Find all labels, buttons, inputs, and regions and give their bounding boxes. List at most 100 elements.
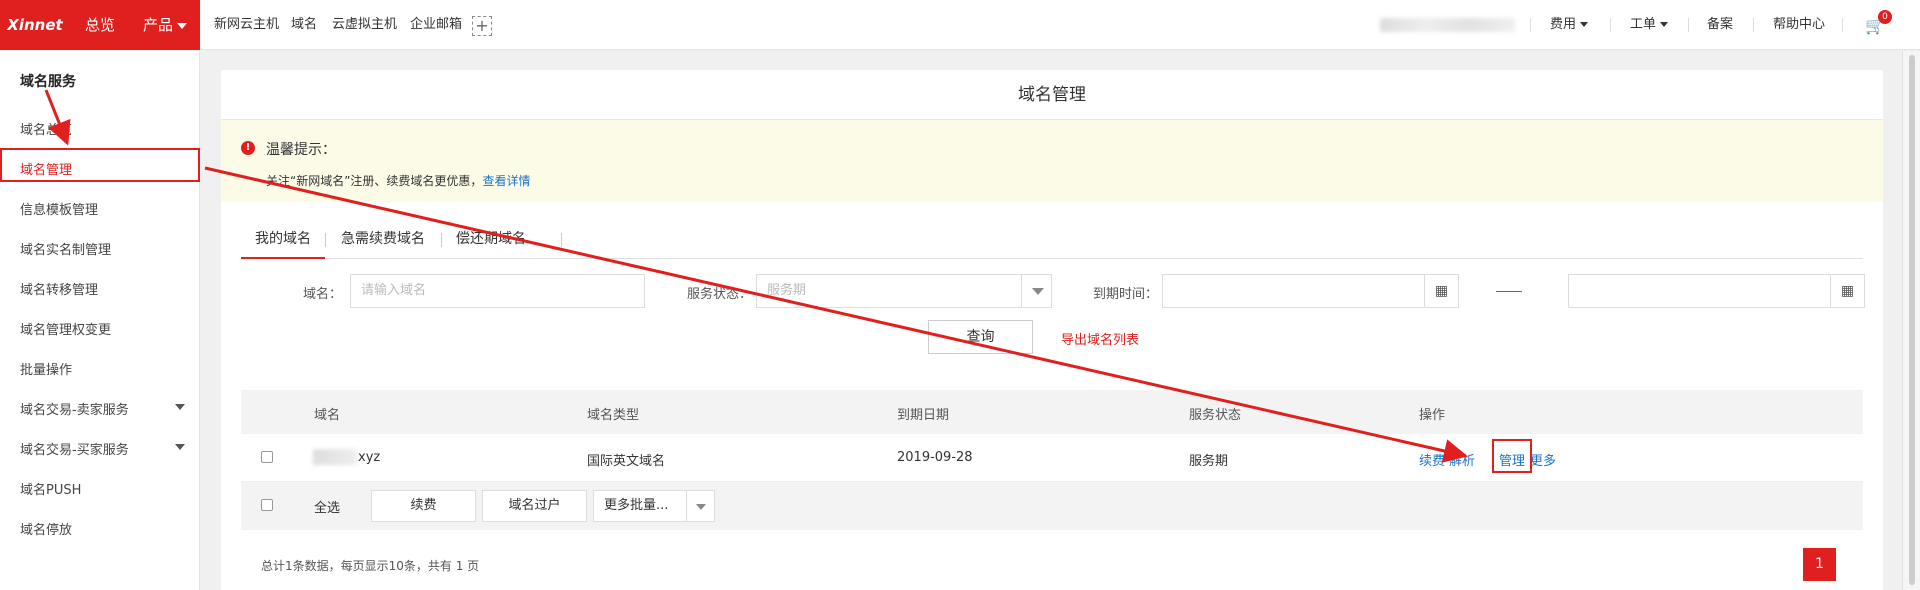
sidebar-item-ownership[interactable]: 域名管理权变更 — [20, 319, 185, 338]
annotation-highlight-sidebar — [0, 148, 200, 182]
more-batch-label: 更多批量... — [604, 498, 669, 513]
query-button[interactable]: 查询 — [928, 320, 1033, 354]
annotation-highlight-manage — [1492, 439, 1532, 473]
pagination-summary: 总计1条数据，每页显示10条，共有 1 页 — [261, 559, 480, 573]
chevron-down-icon — [175, 444, 185, 450]
domain-filter-label: 域名： — [303, 287, 343, 302]
quick-link-cloud-host[interactable]: 新网云主机 — [214, 0, 279, 50]
domain-suffix: xyz — [358, 450, 381, 465]
divider — [1753, 18, 1754, 32]
tab-my-domains[interactable]: 我的域名 — [241, 225, 325, 259]
sidebar-item-batch[interactable]: 批量操作 — [20, 359, 185, 378]
divider — [1842, 18, 1843, 32]
sidebar-item-buyer[interactable]: 域名交易-买家服务 — [20, 439, 185, 458]
more-link[interactable]: 更多 — [1530, 450, 1556, 469]
divider — [1688, 18, 1689, 32]
domain-name-redacted — [313, 449, 357, 465]
tab-bar: 我的域名 急需续费域名 偿还期域名 — [241, 225, 1863, 259]
ticket-label: 工单 — [1630, 17, 1657, 32]
sidebar-item-push[interactable]: 域名PUSH — [20, 479, 185, 498]
batch-renew-button[interactable]: 续费 — [371, 490, 476, 522]
table-footer: 全选 续费 域名过户 更多批量... — [241, 482, 1863, 530]
sidebar-title: 域名服务 — [20, 74, 76, 90]
chevron-down-icon — [1580, 22, 1589, 27]
export-domain-list-link[interactable]: 导出域名列表 — [1061, 329, 1139, 348]
record-link[interactable]: 备案 — [1707, 0, 1733, 50]
scrollbar-thumb[interactable] — [1909, 55, 1915, 585]
nav-products-label: 产品 — [142, 16, 173, 34]
column-header-type: 域名类型 — [587, 408, 640, 423]
domain-type: 国际英文域名 — [587, 454, 666, 469]
warning-icon: ! — [241, 141, 255, 155]
calendar-icon[interactable]: ▦ — [1830, 275, 1864, 307]
expire-start-date-input[interactable]: ▦ — [1162, 274, 1459, 308]
logo[interactable]: Xinnet — [0, 0, 70, 50]
scrollbar[interactable] — [1902, 51, 1920, 590]
table-header: 域名 域名类型 到期日期 服务状态 操作 — [241, 390, 1863, 434]
sidebar-item-seller[interactable]: 域名交易-卖家服务 — [20, 399, 185, 418]
cart-badge: 0 — [1878, 10, 1892, 24]
chevron-down-icon — [1660, 22, 1669, 27]
chevron-down-icon — [686, 491, 714, 521]
column-header-expire: 到期日期 — [897, 408, 950, 423]
page-title: 域名管理 — [221, 70, 1883, 120]
select-all-label: 全选 — [314, 501, 341, 516]
nav-products[interactable]: 产品 — [130, 0, 200, 50]
notice-detail-link[interactable]: 查看详情 — [482, 174, 530, 188]
status-filter-label: 服务状态： — [687, 287, 753, 302]
nav-overview[interactable]: 总览 — [70, 0, 130, 50]
divider — [1530, 18, 1531, 32]
table-row: xyz 国际英文域名 2019-09-28 服务期 续费 解析 管理 更多 — [241, 434, 1863, 482]
notice-title: 温馨提示： — [266, 142, 336, 158]
sidebar-item-realname[interactable]: 域名实名制管理 — [20, 239, 185, 258]
sidebar: 域名服务 域名总览 域名管理 信息模板管理 域名实名制管理 域名转移管理 域名管… — [0, 51, 200, 590]
resolve-link[interactable]: 解析 — [1449, 450, 1475, 469]
add-shortcut-icon[interactable]: + — [472, 16, 492, 36]
page-number-button[interactable]: 1 — [1803, 548, 1836, 581]
column-header-domain: 域名 — [314, 408, 341, 423]
service-status: 服务期 — [1189, 454, 1229, 469]
notice-banner: ! 温馨提示： 关注“新网域名”注册、续费域名更优惠，查看详情 — [221, 120, 1883, 202]
ticket-menu[interactable]: 工单 — [1630, 0, 1669, 50]
notice-message: 关注“新网域名”注册、续费域名更优惠， — [266, 174, 483, 188]
fees-label: 费用 — [1550, 17, 1577, 32]
main-card: 域名管理 ! 温馨提示： 关注“新网域名”注册、续费域名更优惠，查看详情 我的域… — [221, 70, 1883, 590]
divider — [1610, 18, 1611, 32]
notice-text: 关注“新网域名”注册、续费域名更优惠，查看详情 — [266, 172, 530, 189]
calendar-icon[interactable]: ▦ — [1424, 275, 1458, 307]
sidebar-item-transfer[interactable]: 域名转移管理 — [20, 279, 185, 298]
date-range-dash — [1496, 291, 1522, 292]
user-account-redacted[interactable] — [1380, 18, 1515, 32]
status-select[interactable]: 服务期 — [756, 274, 1052, 308]
help-center-link[interactable]: 帮助中心 — [1773, 0, 1825, 50]
divider — [441, 233, 442, 247]
sidebar-item-label: 域名交易-买家服务 — [20, 443, 129, 458]
column-header-status: 服务状态 — [1189, 408, 1242, 423]
chevron-down-icon — [175, 404, 185, 410]
more-batch-select[interactable]: 更多批量... — [593, 490, 715, 522]
domain-search-input[interactable]: 请输入域名 — [350, 274, 645, 308]
top-bar: Xinnet 总览 产品 新网云主机 域名 云虚拟主机 企业邮箱 + 费用 工单… — [0, 0, 1920, 50]
renew-link[interactable]: 续费 — [1419, 450, 1445, 469]
chevron-down-icon — [177, 22, 187, 29]
select-all-checkbox[interactable] — [261, 499, 273, 511]
divider — [325, 233, 326, 247]
status-select-value: 服务期 — [767, 283, 807, 298]
fees-menu[interactable]: 费用 — [1550, 0, 1589, 50]
quick-link-mail[interactable]: 企业邮箱 — [410, 0, 462, 50]
sidebar-item-parking[interactable]: 域名停放 — [20, 519, 185, 538]
expire-end-date-input[interactable]: ▦ — [1568, 274, 1865, 308]
sidebar-item-template[interactable]: 信息模板管理 — [20, 199, 185, 218]
expire-filter-label: 到期时间： — [1093, 287, 1159, 302]
tab-redemption[interactable]: 偿还期域名 — [456, 225, 526, 259]
batch-transfer-button[interactable]: 域名过户 — [482, 490, 587, 522]
quick-link-virtual-host[interactable]: 云虚拟主机 — [332, 0, 397, 50]
row-checkbox[interactable] — [261, 451, 273, 463]
expire-date: 2019-09-28 — [897, 450, 973, 465]
divider — [561, 233, 562, 247]
sidebar-item-domain-overview[interactable]: 域名总览 — [20, 119, 185, 138]
tab-urgent-renew[interactable]: 急需续费域名 — [341, 225, 425, 259]
chevron-down-icon — [1021, 275, 1051, 307]
sidebar-item-label: 域名交易-卖家服务 — [20, 403, 129, 418]
quick-link-domain[interactable]: 域名 — [291, 0, 317, 50]
